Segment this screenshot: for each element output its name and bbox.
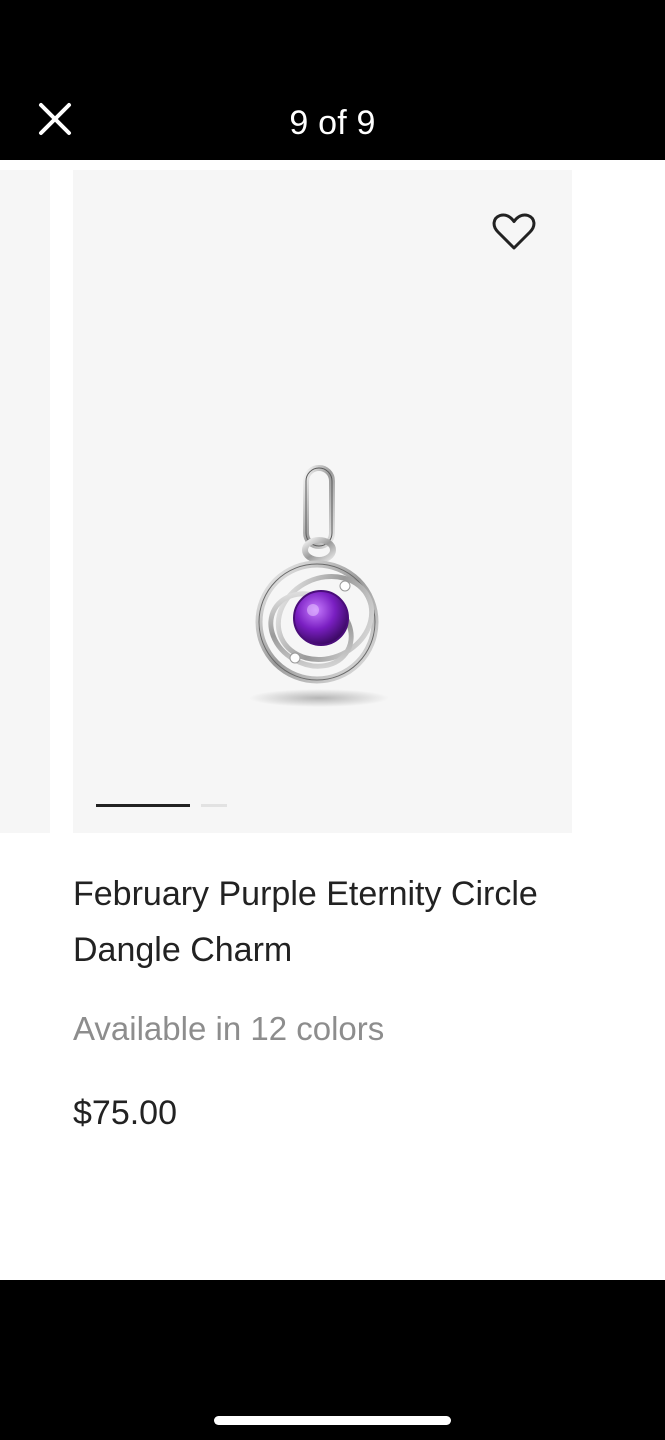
wishlist-button[interactable]: [490, 210, 538, 254]
color-availability: Available in 12 colors: [73, 1010, 385, 1047]
previous-product-card[interactable]: [0, 170, 50, 833]
carousel-indicator[interactable]: [201, 804, 227, 807]
product-image: [249, 465, 389, 707]
carousel-indicator-active[interactable]: [96, 804, 190, 807]
product-price: $75.00: [73, 1094, 177, 1132]
home-indicator[interactable]: [214, 1416, 451, 1425]
heart-outline-icon: [492, 213, 536, 250]
page-counter: 9 of 9: [289, 104, 376, 142]
product-image-carousel[interactable]: [73, 170, 572, 833]
bottom-bar: [0, 1280, 665, 1440]
product-name[interactable]: February Purple Eternity Circle Dangle C…: [73, 866, 553, 978]
product-viewer: February Purple Eternity Circle Dangle C…: [0, 160, 665, 1280]
viewer-header: 9 of 9: [0, 0, 665, 160]
